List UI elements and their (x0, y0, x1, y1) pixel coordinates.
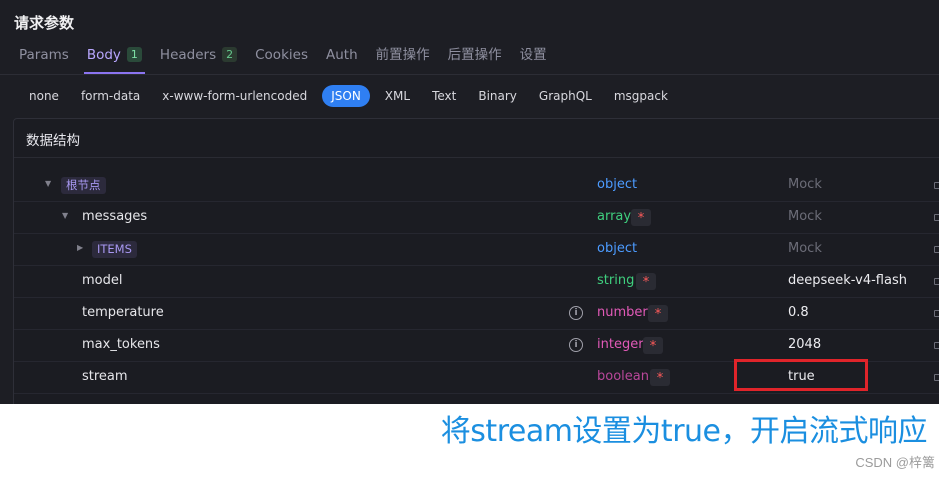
info-icon[interactable]: i (569, 306, 583, 320)
caret-down-icon[interactable]: ▼ (62, 211, 72, 221)
field-name: max_tokens (82, 337, 160, 352)
body-type-none[interactable]: none (18, 85, 70, 107)
field-name: ITEMS (92, 241, 137, 258)
tab-count-badge: 1 (126, 47, 142, 62)
body-type-graphql[interactable]: GraphQL (528, 85, 603, 107)
body-type-xml[interactable]: XML (374, 85, 421, 107)
required-badge[interactable]: * (650, 369, 670, 386)
param-tabs: Params Body 1 Headers 2 Cookies Auth 前置操作 … (10, 40, 556, 74)
tabs-divider (0, 74, 939, 75)
field-value[interactable]: 2048 (788, 329, 821, 361)
schema-row-temperature[interactable]: temperature i number * 0.8 (14, 297, 939, 330)
schema-row-max-tokens[interactable]: max_tokens i integer * 2048 (14, 329, 939, 362)
tab-body[interactable]: Body 1 (78, 40, 151, 74)
panel-title: 数据结构 (26, 133, 80, 149)
schema-row-root[interactable]: ▼ 根节点 object Mock (14, 169, 939, 202)
body-type-msgpack[interactable]: msgpack (603, 85, 679, 107)
tab-label: Headers (159, 47, 217, 63)
row-action-icon[interactable] (934, 214, 939, 221)
field-name: 根节点 (61, 177, 106, 194)
tab-headers[interactable]: Headers 2 (151, 40, 246, 70)
mock-placeholder[interactable]: Mock (788, 233, 822, 265)
annotation-caption: 将stream设置为true，开启流式响应 (440, 414, 928, 449)
tab-count-badge: 2 (222, 47, 238, 62)
tab-cookies[interactable]: Cookies (246, 40, 317, 70)
schema-row-messages[interactable]: ▼ messages array * Mock (14, 201, 939, 234)
field-type[interactable]: number (597, 297, 648, 329)
tab-post-operations[interactable]: 后置操作 (439, 40, 511, 70)
body-type-form-data[interactable]: form-data (70, 85, 151, 107)
tab-auth[interactable]: Auth (317, 40, 367, 70)
tab-label: 后置操作 (447, 47, 502, 63)
tab-label: Auth (325, 47, 358, 63)
field-value[interactable]: deepseek-v4-flash (788, 265, 907, 297)
caret-down-icon[interactable]: ▼ (45, 179, 55, 189)
required-badge[interactable]: * (631, 209, 651, 226)
body-type-binary[interactable]: Binary (467, 85, 528, 107)
required-badge[interactable]: * (636, 273, 656, 290)
row-action-icon[interactable] (934, 246, 939, 253)
section-title: 请求参数 (14, 14, 75, 32)
row-action-icon[interactable] (934, 374, 939, 381)
tab-settings[interactable]: 设置 (511, 40, 556, 70)
highlight-box (734, 359, 868, 391)
info-icon[interactable]: i (569, 338, 583, 352)
body-type-selector: none form-data x-www-form-urlencoded JSO… (18, 85, 679, 107)
field-name: messages (82, 209, 148, 224)
body-type-text[interactable]: Text (421, 85, 467, 107)
tab-pre-operations[interactable]: 前置操作 (367, 40, 439, 70)
field-type[interactable]: object (597, 169, 637, 201)
mock-placeholder[interactable]: Mock (788, 169, 822, 201)
field-type[interactable]: array (597, 201, 631, 233)
row-action-icon[interactable] (934, 342, 939, 349)
request-params-panel: 请求参数 Params Body 1 Headers 2 Cookies Auth … (0, 0, 939, 404)
tab-label: Body (86, 47, 121, 63)
field-type[interactable]: integer (597, 329, 644, 361)
field-name: model (82, 273, 123, 288)
tab-params[interactable]: Params (10, 40, 78, 70)
row-action-icon[interactable] (934, 278, 939, 285)
field-type[interactable]: boolean (597, 361, 649, 393)
body-type-json[interactable]: JSON (322, 85, 370, 107)
tab-label: 前置操作 (375, 47, 430, 63)
required-badge[interactable]: * (648, 305, 668, 322)
schema-row-model[interactable]: model string * deepseek-v4-flash (14, 265, 939, 298)
panel-divider (14, 157, 939, 158)
required-badge[interactable]: * (643, 337, 663, 354)
tab-label: 设置 (519, 47, 547, 63)
mock-placeholder[interactable]: Mock (788, 201, 822, 233)
field-name: stream (82, 369, 128, 384)
field-value[interactable]: 0.8 (788, 297, 809, 329)
watermark: CSDN @梓篱 (855, 455, 935, 470)
schema-row-items[interactable]: ▶ ITEMS object Mock (14, 233, 939, 266)
caret-right-icon[interactable]: ▶ (77, 243, 87, 253)
row-action-icon[interactable] (934, 310, 939, 317)
field-type[interactable]: string (597, 265, 634, 297)
body-type-urlencoded[interactable]: x-www-form-urlencoded (151, 85, 318, 107)
field-name: temperature (82, 305, 164, 320)
tab-label: Params (19, 47, 69, 63)
tab-label: Cookies (255, 47, 308, 63)
row-action-icon[interactable] (934, 182, 939, 189)
field-type[interactable]: object (597, 233, 637, 265)
